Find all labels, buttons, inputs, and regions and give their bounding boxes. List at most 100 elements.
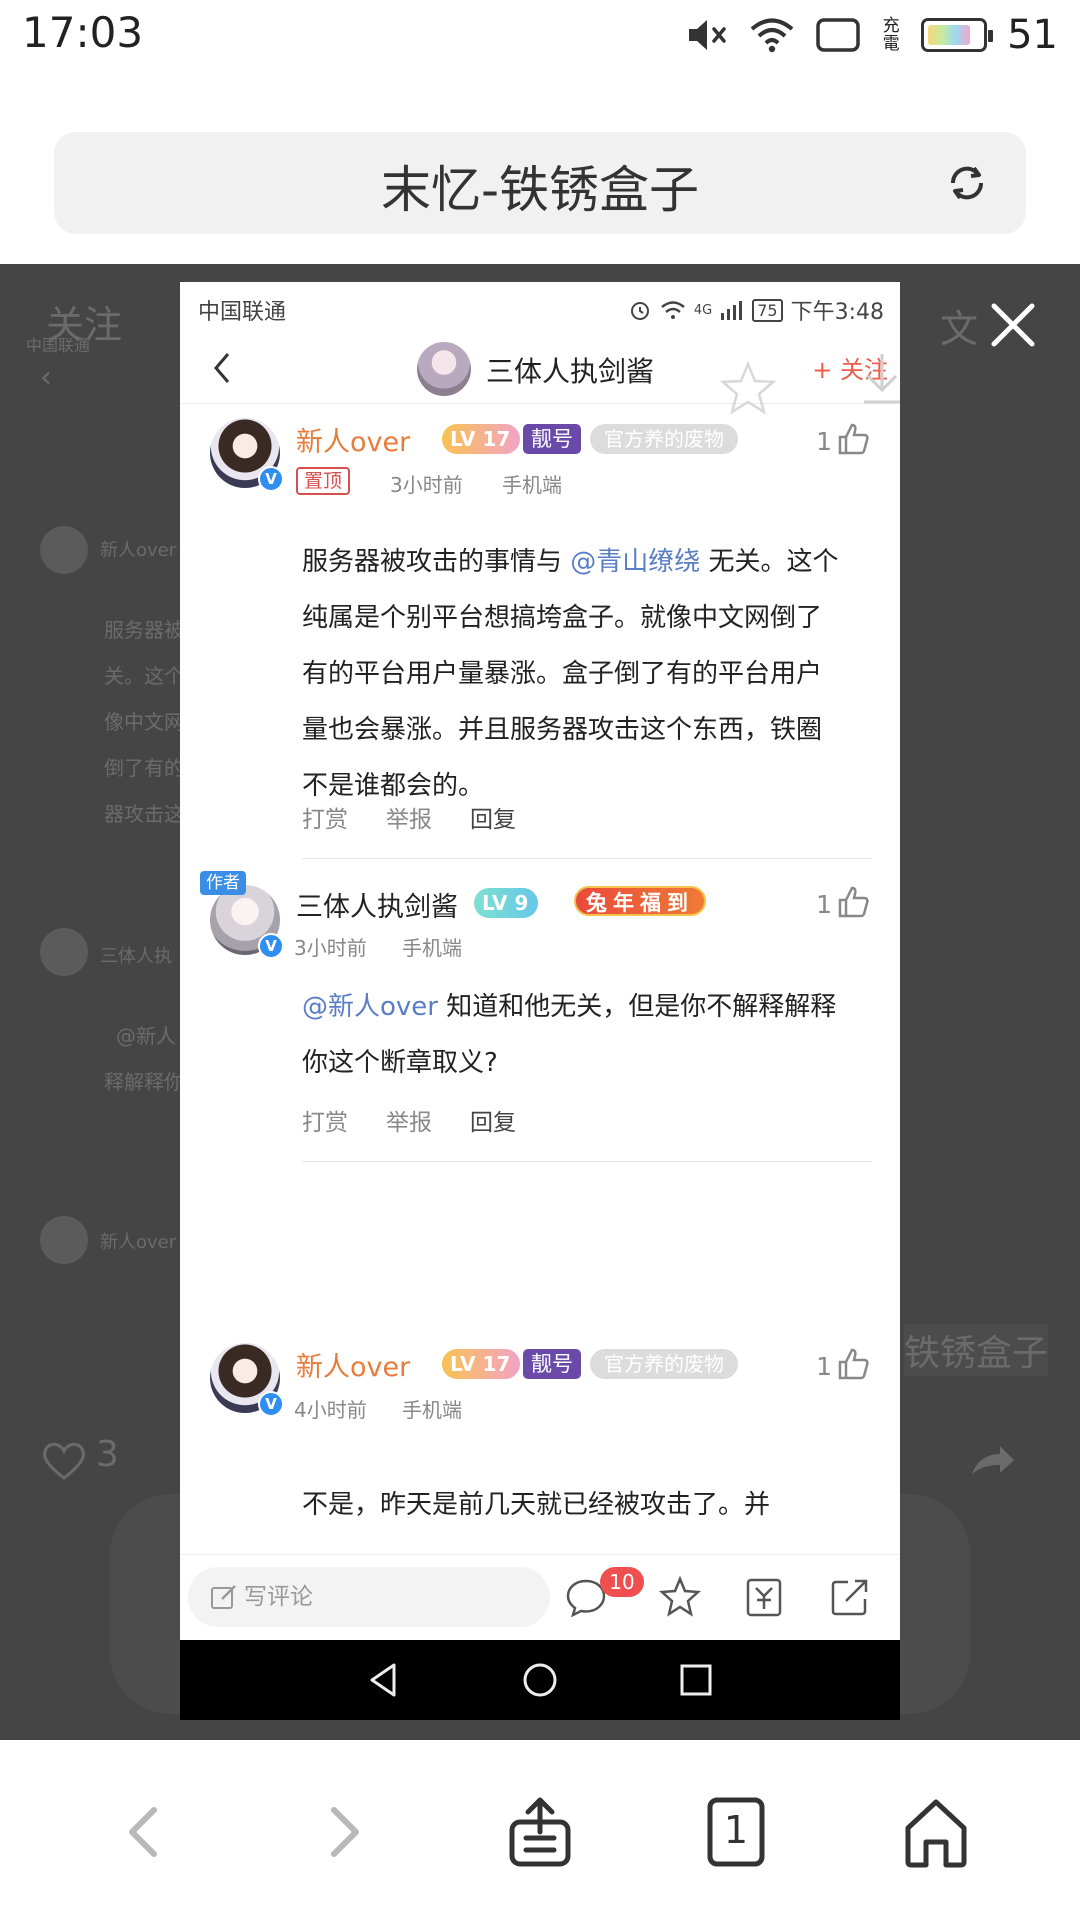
comment-time: 4小时前 xyxy=(294,1398,367,1422)
inner-wifi-icon xyxy=(661,301,685,319)
status-time: 17:03 xyxy=(22,8,144,57)
screenshot-preview: 中国联通 4G 75 下午3:48 三体人执剑酱 + 关注 V 新人over L… xyxy=(180,282,900,1720)
bg-line1: 服务器被 xyxy=(104,618,184,642)
inner-header: 三体人执剑酱 + 关注 xyxy=(180,332,900,415)
nav-recents-icon[interactable] xyxy=(676,1660,716,1700)
bg-reply: @新人 xyxy=(116,1024,176,1048)
level-value: 9 xyxy=(514,891,529,915)
divider xyxy=(302,1161,872,1162)
comment-username[interactable]: 新人over xyxy=(296,420,410,459)
mention-link[interactable]: @青山缭绕 xyxy=(570,547,700,577)
comment-username[interactable]: 三体人执剑酱 xyxy=(296,885,458,924)
inner-battery-level: 75 xyxy=(757,300,778,320)
comment-username[interactable]: 新人over xyxy=(296,1345,410,1384)
bg-likes-count: 3 xyxy=(96,1434,119,1475)
address-bar[interactable]: 末忆-铁锈盒子 xyxy=(54,132,1026,234)
verified-icon: V xyxy=(258,933,284,959)
share-icon[interactable] xyxy=(828,1575,872,1619)
inner-carrier: 中国联通 xyxy=(198,300,287,325)
thumbs-up-icon xyxy=(838,886,869,918)
thumbs-up-icon xyxy=(838,1348,869,1380)
level-value: 17 xyxy=(482,427,511,451)
tip-button[interactable]: 打赏 xyxy=(302,1103,348,1137)
comment-text-rest: 无关。这个纯属是个别平台想搞垮盒子。就像中文网倒了有的平台用户量暴涨。盒子倒了有… xyxy=(302,547,839,801)
level-badge: LV 17 xyxy=(442,1349,521,1379)
back-icon[interactable] xyxy=(210,350,234,386)
bg-name1: 新人over xyxy=(100,540,177,561)
bg-reply2: 释解释你 xyxy=(104,1070,184,1094)
thumbs-up-icon xyxy=(838,423,869,455)
level-value: 17 xyxy=(482,1352,511,1376)
mute-icon xyxy=(689,20,726,50)
bg-snippet: 铁锈盒子 xyxy=(904,1324,1049,1376)
comment-body: @新人over 知道和他无关，但是你不解释解释你这个断章取义? xyxy=(302,979,842,1091)
download-icon[interactable] xyxy=(860,350,900,408)
close-icon[interactable] xyxy=(988,300,1038,350)
nav-back-icon[interactable] xyxy=(364,1660,404,1700)
comment-body: 服务器被攻击的事情与 @青山缭绕 无关。这个纯属是个别平台想搞垮盒子。就像中文网… xyxy=(302,534,842,814)
level-badge: LV 17 xyxy=(442,424,521,454)
festive-badge: 兔年福到 xyxy=(574,886,706,916)
pinned-badge: 置顶 xyxy=(296,467,351,495)
tip-button[interactable]: 打赏 xyxy=(302,800,348,834)
browser-toolbar: 1 xyxy=(0,1740,1080,1920)
bg-avatar xyxy=(40,526,88,574)
battery-icon xyxy=(921,18,994,52)
header-username[interactable]: 三体人执剑酱 xyxy=(486,350,654,390)
author-badge: 作者 xyxy=(200,871,246,895)
report-button[interactable]: 举报 xyxy=(386,800,432,834)
verified-icon: V xyxy=(258,1391,284,1417)
comment-device: 手机端 xyxy=(402,1398,462,1422)
bg-line4: 倒了有的 xyxy=(104,756,184,780)
comment-time: 3小时前 xyxy=(390,473,463,497)
bg-heart-icon xyxy=(43,1442,85,1480)
bg-back-glyph: ‹ xyxy=(40,360,52,395)
star-outline-icon xyxy=(720,360,776,415)
like-button[interactable]: 1 xyxy=(816,885,870,919)
nav-home-icon[interactable] xyxy=(520,1660,560,1700)
header-avatar[interactable] xyxy=(417,342,471,396)
premium-id-badge: 靓号 xyxy=(523,424,581,454)
browser-forward-icon[interactable] xyxy=(302,1792,382,1872)
title-badge: 官方养的废物 xyxy=(590,1349,738,1379)
inner-status-bar: 中国联通 4G 75 下午3:48 xyxy=(180,282,900,332)
comment-device: 手机端 xyxy=(502,473,562,497)
comment-item: 作者 V 三体人执剑酱 LV 9 兔年福到 1 3小时前 手机端 @新人over… xyxy=(180,867,900,1247)
browser-back-icon[interactable] xyxy=(106,1792,186,1872)
bg-name3: 新人over xyxy=(100,1232,177,1253)
share-upload-icon[interactable] xyxy=(500,1792,580,1872)
reply-button[interactable]: 回复 xyxy=(470,1103,516,1137)
reply-button[interactable]: 回复 xyxy=(470,800,516,834)
network-type: 4G xyxy=(693,302,713,318)
comment-device: 手机端 xyxy=(402,936,462,960)
page-title[interactable]: 末忆-铁锈盒子 xyxy=(54,150,1026,222)
favorite-icon[interactable] xyxy=(658,1575,702,1619)
comment-input[interactable]: 写评论 xyxy=(188,1567,550,1627)
like-button[interactable]: 1 xyxy=(816,422,870,456)
reload-icon[interactable] xyxy=(944,160,990,206)
tabs-count: 1 xyxy=(723,1808,749,1852)
bg-avatar-3 xyxy=(40,1216,88,1264)
status-bar: 17:03 充電 51 xyxy=(0,0,1080,70)
bg-line2: 关。这个 xyxy=(104,664,184,688)
home-icon[interactable] xyxy=(896,1792,976,1872)
like-count: 1 xyxy=(816,1352,832,1381)
bg-line3: 像中文网 xyxy=(104,710,184,734)
mention-link[interactable]: @新人over xyxy=(302,992,438,1022)
report-button[interactable]: 举报 xyxy=(386,1103,432,1137)
comment-count-badge: 10 xyxy=(600,1567,644,1597)
comment-text: 服务器被攻击的事情与 xyxy=(302,547,571,577)
inner-status-icons: 4G 75 下午3:48 xyxy=(628,294,884,326)
comment-time: 3小时前 xyxy=(294,936,367,960)
like-button[interactable]: 1 xyxy=(816,1347,870,1381)
edit-icon xyxy=(211,1585,236,1609)
comment-actions: 打赏 举报 回复 xyxy=(302,800,516,834)
battery-level: 51 xyxy=(1007,12,1058,58)
screen-frame-icon xyxy=(816,18,860,52)
tabs-button[interactable]: 1 xyxy=(696,1792,776,1872)
like-count: 1 xyxy=(816,890,832,919)
verified-icon: V xyxy=(258,466,284,492)
bg-tab-text: 文 xyxy=(940,307,979,351)
reward-icon[interactable] xyxy=(742,1575,786,1619)
divider xyxy=(302,858,872,859)
